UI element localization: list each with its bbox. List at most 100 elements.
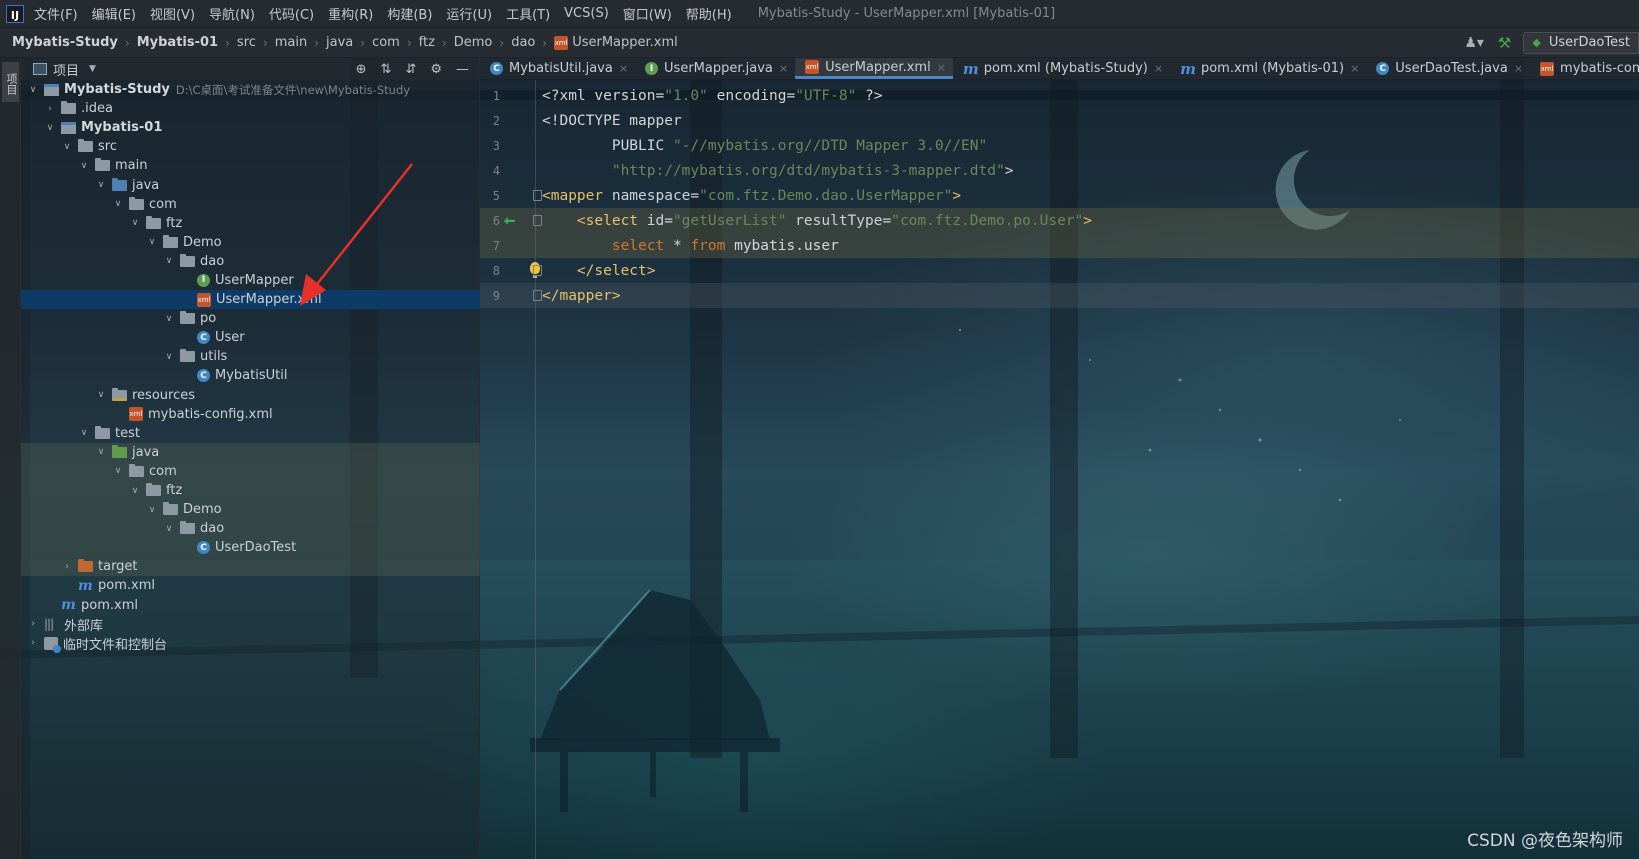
close-icon[interactable]: ×	[779, 62, 788, 75]
chevron-down-icon[interactable]: ∨	[95, 390, 107, 400]
menu-tools[interactable]: 工具(T)	[506, 4, 550, 23]
chevron-down-icon[interactable]: ∨	[163, 256, 175, 266]
chevron-down-icon[interactable]: ∨	[78, 428, 90, 438]
chevron-right-icon[interactable]: ›	[44, 104, 56, 114]
locate-file-icon[interactable]: ⊕	[356, 62, 367, 77]
project-tool-window-button[interactable]: 项目	[2, 62, 19, 102]
tree-row[interactable]: ∨ dao	[21, 252, 480, 271]
user-dropdown-icon[interactable]: ♟▾	[1464, 35, 1484, 51]
run-configuration-selector[interactable]: ◆ UserDaoTest	[1523, 31, 1639, 54]
close-icon[interactable]: ×	[1514, 62, 1523, 75]
code-line[interactable]: 7 select * from mybatis.user	[480, 233, 1639, 258]
menu-file[interactable]: 文件(F)	[34, 4, 78, 23]
tree-row[interactable]: ∨ po	[21, 309, 480, 328]
tree-row[interactable]: C User	[21, 328, 480, 347]
menu-build[interactable]: 构建(B)	[387, 4, 432, 23]
tree-row[interactable]: ∨ ftz	[21, 214, 480, 233]
code-editor[interactable]: 1 <?xml version="1.0" encoding="UTF-8" ?…	[480, 80, 1639, 859]
chevron-down-icon[interactable]: ▼	[89, 64, 96, 74]
close-icon[interactable]: ×	[1154, 62, 1163, 75]
fold-icon[interactable]	[533, 290, 542, 301]
tree-row[interactable]: m pom.xml	[21, 596, 480, 615]
tree-row-selected[interactable]: xml UserMapper.xml	[21, 290, 480, 310]
tree-row[interactable]: ∨ Mybatis-Study D:\C桌面\考试准备文件\new\Mybati…	[21, 80, 480, 99]
tree-row[interactable]: › .idea	[21, 99, 480, 118]
chevron-down-icon[interactable]: ∨	[129, 218, 141, 228]
tree-row[interactable]: m pom.xml	[21, 576, 480, 595]
menu-refactor[interactable]: 重构(R)	[328, 4, 373, 23]
breadcrumb-item[interactable]: src	[237, 35, 256, 50]
tree-row[interactable]: C MybatisUtil	[21, 366, 480, 385]
tree-row[interactable]: I UserMapper	[21, 271, 480, 290]
breadcrumb-file[interactable]: UserMapper.xml	[572, 35, 678, 50]
chevron-right-icon[interactable]: ›	[61, 562, 73, 572]
code-line-current[interactable]: 9 </mapper>	[480, 283, 1639, 308]
tree-row[interactable]: ∨ Mybatis-01	[21, 118, 480, 137]
chevron-down-icon[interactable]: ∨	[95, 447, 107, 457]
tree-row[interactable]: ∨ utils	[21, 347, 480, 366]
gear-icon[interactable]: ⚙	[430, 62, 442, 77]
hide-panel-icon[interactable]: —	[456, 62, 469, 77]
tree-row[interactable]: C UserDaoTest	[21, 538, 480, 558]
chevron-down-icon[interactable]: ∨	[163, 352, 175, 362]
breadcrumb-item[interactable]: java	[326, 35, 353, 50]
chevron-down-icon[interactable]: ∨	[163, 524, 175, 534]
menu-window[interactable]: 窗口(W)	[623, 4, 672, 23]
tree-row[interactable]: ∨ Demo	[21, 500, 480, 520]
breadcrumb-item[interactable]: dao	[511, 35, 535, 50]
tree-row[interactable]: ∨ dao	[21, 519, 480, 539]
project-panel-title[interactable]: 项目	[53, 60, 79, 79]
tree-row[interactable]: ∨ com	[21, 195, 480, 214]
chevron-down-icon[interactable]: ∨	[95, 180, 107, 190]
chevron-down-icon[interactable]: ∨	[146, 505, 158, 515]
code-line[interactable]: 6 ← <select id="getUserList" resultType=…	[480, 208, 1639, 233]
editor-tab[interactable]: C UserDaoTest.java ×	[1366, 58, 1530, 79]
expand-all-icon[interactable]: ⇅	[381, 62, 392, 77]
code-line[interactable]: 4 "http://mybatis.org/dtd/mybatis-3-mapp…	[480, 158, 1639, 183]
editor-tab[interactable]: m pom.xml (Mybatis-Study) ×	[953, 58, 1170, 79]
close-icon[interactable]: ×	[1350, 62, 1359, 75]
menu-help[interactable]: 帮助(H)	[686, 4, 732, 23]
breadcrumb-item[interactable]: Demo	[454, 35, 493, 50]
menu-view[interactable]: 视图(V)	[150, 4, 195, 23]
tree-row[interactable]: ∨ test	[21, 424, 480, 443]
menu-run[interactable]: 运行(U)	[446, 4, 492, 23]
tree-row[interactable]: ∨ java	[21, 175, 480, 194]
build-hammer-icon[interactable]: ⚒	[1498, 34, 1511, 52]
tree-row[interactable]: › target	[21, 557, 480, 577]
chevron-down-icon[interactable]: ∨	[129, 486, 141, 496]
chevron-down-icon[interactable]: ∨	[112, 466, 124, 476]
breadcrumb-item[interactable]: Mybatis-Study	[12, 35, 118, 50]
editor-tab[interactable]: m pom.xml (Mybatis-01) ×	[1170, 58, 1366, 79]
code-line[interactable]: 2 <!DOCTYPE mapper	[480, 108, 1639, 133]
code-line[interactable]: 3 PUBLIC "-//mybatis.org//DTD Mapper 3.0…	[480, 133, 1639, 158]
code-line[interactable]: 8 </select>	[480, 258, 1639, 283]
chevron-down-icon[interactable]: ∨	[112, 199, 124, 209]
menu-edit[interactable]: 编辑(E)	[92, 4, 136, 23]
tree-row[interactable]: ∨ main	[21, 156, 480, 175]
menu-code[interactable]: 代码(C)	[269, 4, 314, 23]
tree-row[interactable]: ∨ com	[21, 461, 480, 481]
close-icon[interactable]: ×	[619, 62, 628, 75]
tree-row[interactable]: xml mybatis-config.xml	[21, 405, 480, 424]
tree-row[interactable]: › ||| 外部库	[21, 615, 480, 634]
chevron-down-icon[interactable]: ∨	[44, 123, 56, 133]
chevron-down-icon[interactable]: ∨	[146, 237, 158, 247]
tree-row[interactable]: ∨ resources	[21, 386, 480, 405]
chevron-down-icon[interactable]: ∨	[61, 142, 73, 152]
chevron-down-icon[interactable]: ∨	[78, 161, 90, 171]
tree-row[interactable]: ∨ Demo	[21, 233, 480, 252]
breadcrumb-item[interactable]: main	[275, 35, 307, 50]
tree-row[interactable]: › 临时文件和控制台	[21, 634, 480, 653]
navigate-to-interface-icon[interactable]: ←	[504, 210, 515, 230]
menu-navigate[interactable]: 导航(N)	[209, 4, 255, 23]
editor-tab[interactable]: xml mybatis-config.xml ×	[1530, 58, 1639, 79]
menu-vcs[interactable]: VCS(S)	[564, 6, 609, 21]
fold-icon[interactable]	[533, 215, 542, 226]
editor-tab-active[interactable]: xml UserMapper.xml ×	[795, 58, 953, 79]
breadcrumb-item[interactable]: com	[372, 35, 400, 50]
breadcrumb-item[interactable]: ftz	[419, 35, 435, 50]
chevron-down-icon[interactable]: ∨	[163, 314, 175, 324]
code-line[interactable]: 5 <mapper namespace="com.ftz.Demo.dao.Us…	[480, 183, 1639, 208]
fold-icon[interactable]	[533, 265, 542, 276]
